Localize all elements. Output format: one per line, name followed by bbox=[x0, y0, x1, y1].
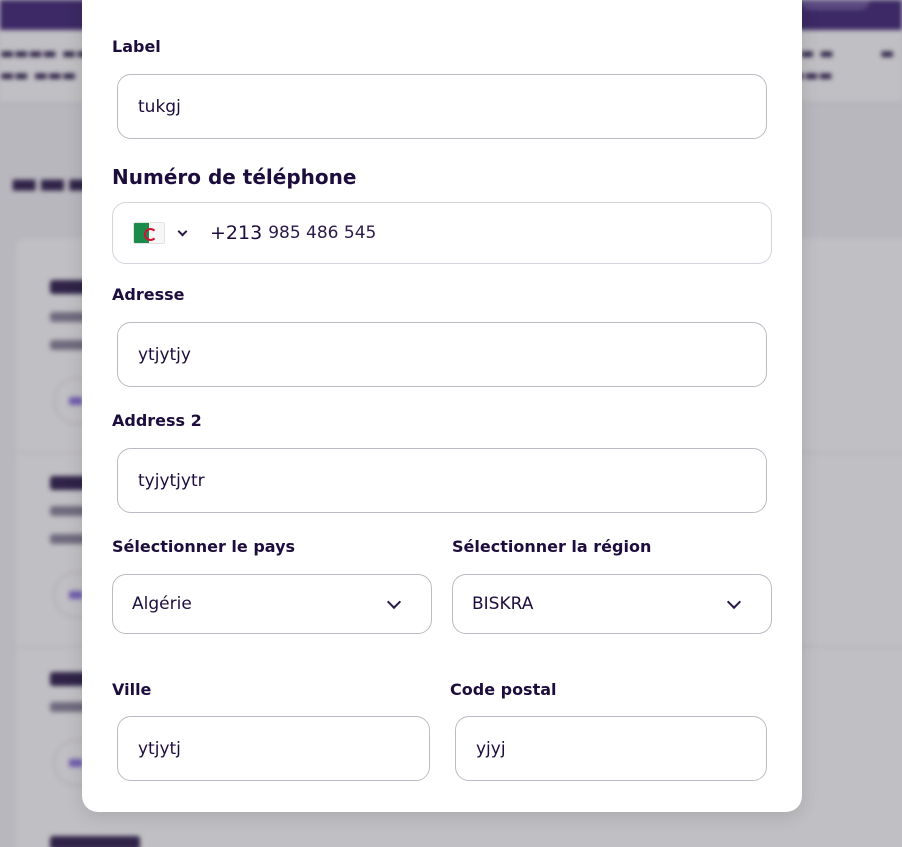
address-field-label: Adresse bbox=[112, 285, 185, 304]
address2-field-label: Address 2 bbox=[112, 411, 202, 430]
phone-dial-code: +213 bbox=[210, 222, 263, 244]
address-input[interactable]: ytjytjy bbox=[117, 322, 767, 387]
region-select-value: BISKRA bbox=[472, 594, 534, 614]
country-code-chevron-down-icon[interactable] bbox=[177, 226, 188, 236]
postal-code-input-value: yjyj bbox=[476, 738, 506, 759]
postal-code-field-label: Code postal bbox=[450, 680, 557, 699]
region-field-label: Sélectionner la région bbox=[452, 537, 652, 556]
phone-number-value: 985 486 545 bbox=[268, 223, 377, 243]
label-input[interactable]: tukgj bbox=[117, 74, 767, 139]
country-select[interactable]: Algérie bbox=[112, 574, 432, 634]
address-input-value: ytjytjy bbox=[138, 344, 191, 365]
city-input[interactable]: ytjytj bbox=[117, 716, 430, 781]
country-field-label: Sélectionner le pays bbox=[112, 537, 296, 556]
city-field-label: Ville bbox=[112, 680, 152, 699]
region-chevron-down-icon bbox=[726, 594, 742, 610]
country-chevron-down-icon bbox=[386, 594, 402, 610]
city-input-value: ytjytj bbox=[138, 738, 181, 759]
country-select-value: Algérie bbox=[132, 594, 192, 614]
label-field-label: Label bbox=[112, 37, 161, 56]
region-select[interactable]: BISKRA bbox=[452, 574, 772, 634]
address2-input-value: tyjytjytr bbox=[138, 470, 205, 491]
phone-input[interactable]: +213 985 486 545 bbox=[112, 202, 772, 264]
algeria-flag-icon[interactable] bbox=[133, 222, 165, 244]
address-form-modal: Label tukgj Numéro de téléphone +213 985… bbox=[82, 0, 802, 812]
phone-field-label: Numéro de téléphone bbox=[112, 165, 357, 189]
address2-input[interactable]: tyjytjytr bbox=[117, 448, 767, 513]
label-input-value: tukgj bbox=[138, 96, 181, 117]
postal-code-input[interactable]: yjyj bbox=[455, 716, 767, 781]
